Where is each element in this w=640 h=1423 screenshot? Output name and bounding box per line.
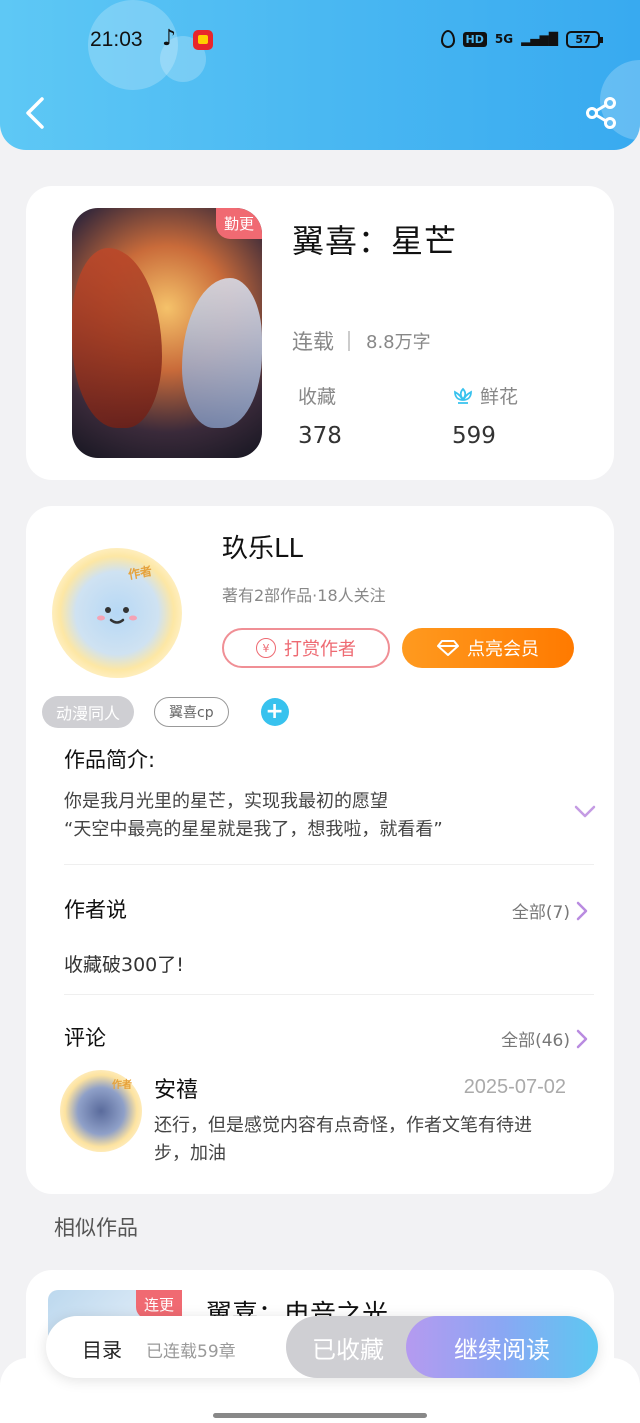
similar-work-tag: 连更 <box>136 1290 183 1319</box>
flowers-label-row: 鲜花 <box>452 382 518 409</box>
bottom-action-bar: 目录 已连载59章 已收藏 继续阅读 <box>46 1316 598 1378</box>
continue-reading-button[interactable]: 继续阅读 <box>406 1316 598 1378</box>
tag-item[interactable]: 动漫同人 <box>42 696 135 728</box>
author-meta: 著有2部作品·18人关注 <box>222 586 386 605</box>
intro-line: “天空中最亮的星星就是我了，想我啦，就看看” <box>64 819 443 840</box>
details-card: 作者 玖乐LL 著有2部作品·18人关注 ¥ 打赏作者 点亮会员 动漫同人 翼喜… <box>26 506 614 1194</box>
chapter-count: 已连载59章 <box>146 1342 236 1362</box>
chevron-right-icon <box>576 1029 588 1048</box>
divider <box>348 331 350 351</box>
divider <box>64 994 594 995</box>
author-avatar[interactable]: 作者 <box>52 548 182 678</box>
similar-works-title: 相似作品 <box>54 1216 138 1240</box>
author-say-more-link[interactable]: 全部(7) <box>512 898 588 923</box>
status-icons: HD 5G ▂▄▆█ 57 <box>440 30 603 48</box>
serial-status: 连载 <box>292 330 334 354</box>
add-tag-icon[interactable]: + <box>260 698 289 726</box>
author-name[interactable]: 玖乐LL <box>222 528 303 565</box>
word-count: 8.8万字 <box>366 332 431 353</box>
cover-art-left <box>72 248 162 428</box>
comments-title: 评论 <box>64 1026 106 1050</box>
share-icon[interactable] <box>584 96 618 130</box>
flowers-stat[interactable]: 鲜花 599 <box>452 382 518 449</box>
book-title: 翼喜：星芒 <box>292 222 458 260</box>
expand-chevron-down-icon[interactable] <box>574 804 596 820</box>
drop-icon <box>440 30 455 48</box>
author-badge: 作者 <box>127 564 154 582</box>
update-tag: 勤更 <box>215 208 262 239</box>
status-time: 21:03 <box>90 28 143 51</box>
tag-item[interactable]: 翼喜cp <box>154 697 229 727</box>
comment-text: 还行，但是感觉内容有点奇怪，作者文笔有待进步，加油 <box>154 1115 532 1164</box>
cloud-face-icon <box>97 607 137 624</box>
status-bar: 21:03 ♪ HD 5G ▂▄▆█ 57 <box>0 26 640 58</box>
battery-icon: 57 <box>566 30 603 48</box>
intro-title: 作品简介: <box>64 748 156 772</box>
author-say-more-label: 全部(7) <box>511 903 570 923</box>
commenter-avatar[interactable]: 作者 <box>60 1070 142 1152</box>
book-cover-image[interactable]: 勤更 <box>72 208 262 458</box>
favorites-value: 378 <box>298 423 342 449</box>
commenter-name[interactable]: 安禧 <box>154 1072 198 1104</box>
flowers-label: 鲜花 <box>480 386 519 408</box>
comments-more-label: 全部(46) <box>501 1031 570 1051</box>
app-notification-icon <box>193 30 213 50</box>
author-say-text: 收藏破300了! <box>64 954 184 976</box>
toc-button[interactable]: 目录 <box>82 1334 122 1363</box>
hd-icon: HD <box>462 31 487 47</box>
flower-icon <box>454 387 472 404</box>
comment-date: 2025-07-02 <box>463 1076 566 1098</box>
home-indicator[interactable] <box>213 1413 427 1418</box>
divider <box>64 864 594 865</box>
commenter-badge: 作者 <box>112 1080 132 1091</box>
intro-text: 你是我月光里的星芒，实现我最初的愿望 “天空中最亮的星星就是我了，想我啦，就看看… <box>64 788 443 844</box>
favorites-stat: 收藏 378 <box>298 382 342 449</box>
book-status-row: 连载 8.8万字 <box>292 326 431 356</box>
header: 21:03 ♪ HD 5G ▂▄▆█ 57 <box>0 0 640 150</box>
diamond-icon <box>437 640 459 656</box>
back-arrow-icon[interactable] <box>22 96 52 130</box>
intro-line: 你是我月光里的星芒，实现我最初的愿望 <box>64 791 388 812</box>
tip-author-label: 打赏作者 <box>284 639 356 660</box>
book-info-card: 勤更 翼喜：星芒 连载 8.8万字 收藏 378 鲜花 599 <box>26 186 614 480</box>
vip-label: 点亮会员 <box>467 639 539 660</box>
tag-list: 动漫同人 翼喜cp + <box>42 696 289 728</box>
tip-author-button[interactable]: ¥ 打赏作者 <box>222 628 390 668</box>
author-say-title: 作者说 <box>64 898 127 922</box>
music-note-icon: ♪ <box>162 26 177 51</box>
signal-icon: 5G <box>494 32 514 46</box>
signal-bars-icon: ▂▄▆█ <box>521 32 558 46</box>
cover-art-right <box>182 278 262 428</box>
yen-icon: ¥ <box>256 638 276 658</box>
chevron-right-icon <box>576 901 588 920</box>
comments-more-link[interactable]: 全部(46) <box>501 1026 588 1051</box>
vip-button[interactable]: 点亮会员 <box>402 628 574 668</box>
flowers-value: 599 <box>452 423 496 449</box>
favorites-label: 收藏 <box>298 386 337 408</box>
